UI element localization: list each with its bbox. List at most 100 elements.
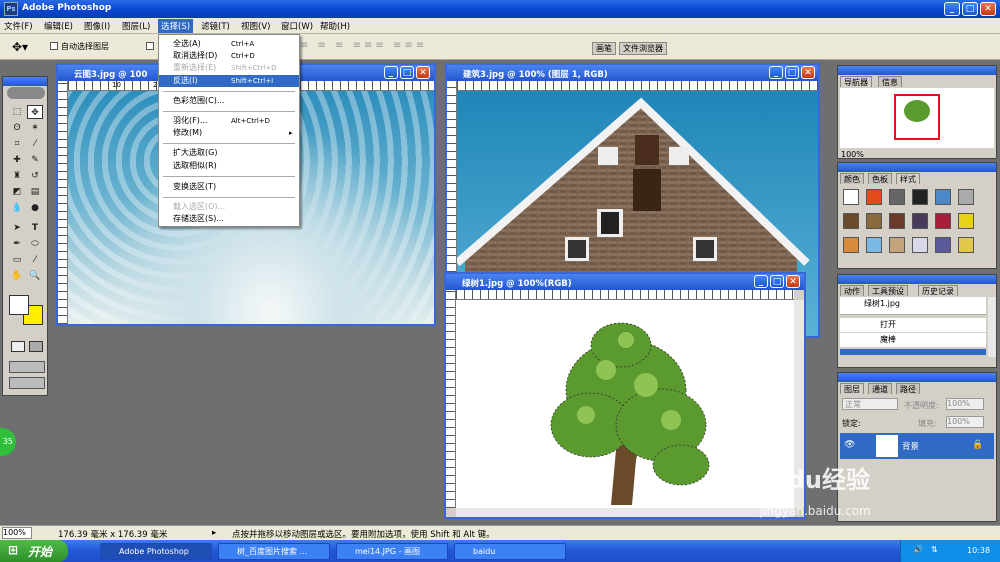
menu-item-save-selection[interactable]: 存储选区(S)... — [159, 213, 299, 225]
menu-view[interactable]: 视图(V) — [241, 20, 270, 32]
tree-canvas[interactable] — [456, 300, 794, 508]
menu-item-feather[interactable]: 羽化(F)... Alt+Ctrl+D — [159, 115, 299, 127]
doc-maximize-button[interactable]: □ — [400, 66, 414, 79]
style-swatch[interactable] — [866, 237, 882, 253]
history-scrollbar[interactable] — [988, 297, 996, 357]
notification-badge[interactable]: 35 — [0, 428, 16, 456]
tab-file-browser[interactable]: 文件浏览器 — [619, 42, 667, 55]
history-item[interactable]: 魔棒 — [840, 333, 986, 347]
task-paint[interactable]: mei14.JPG - 画图 — [336, 543, 448, 560]
type-tool-icon[interactable]: T — [27, 221, 43, 235]
menu-item-modify[interactable]: 修改(M) ▸ — [159, 127, 299, 139]
shape-tool-icon[interactable]: ⬭ — [27, 237, 43, 251]
style-none-swatch[interactable] — [843, 189, 859, 205]
gradient-tool-icon[interactable]: ▤ — [27, 185, 43, 199]
style-swatch[interactable] — [866, 213, 882, 229]
quickmask-mode-icon[interactable] — [29, 341, 43, 352]
history-item-active[interactable] — [840, 349, 986, 355]
task-baidu-images[interactable]: 树_百度图片搜索 ... — [218, 543, 330, 560]
style-swatch[interactable] — [866, 189, 882, 205]
tab-info[interactable]: 信息 — [878, 76, 902, 87]
eraser-tool-icon[interactable]: ◩ — [9, 185, 25, 199]
tab-swatches[interactable]: 色板 — [868, 173, 892, 184]
marquee-tool-icon[interactable]: ⬚ — [9, 105, 25, 119]
lasso-tool-icon[interactable]: ʘ — [9, 121, 25, 135]
layer-row-background[interactable]: 👁 背景 🔒 — [840, 433, 994, 459]
crop-tool-icon[interactable]: ⌗ — [9, 137, 25, 151]
style-swatch[interactable] — [958, 237, 974, 253]
style-swatch[interactable] — [889, 189, 905, 205]
tab-color[interactable]: 颜色 — [840, 173, 864, 184]
hand-tool-icon[interactable]: ✋ — [9, 269, 25, 283]
doc-minimize-button[interactable]: _ — [384, 66, 398, 79]
menu-item-color-range[interactable]: 色彩范围(C)... — [159, 95, 299, 107]
menu-item-inverse[interactable]: 反选(I) Shift+Ctrl+I — [159, 75, 299, 87]
menu-item-similar[interactable]: 选取相似(R) — [159, 160, 299, 172]
tab-actions[interactable]: 动作 — [840, 285, 864, 296]
healing-brush-icon[interactable]: ✚ — [9, 153, 25, 167]
doc-maximize-button[interactable]: □ — [785, 66, 799, 79]
history-item[interactable]: 打开 — [840, 318, 986, 332]
doc-close-button[interactable]: ✕ — [416, 66, 430, 79]
doc-maximize-button[interactable]: □ — [770, 275, 784, 288]
status-zoom-input[interactable]: 100% — [2, 527, 32, 539]
style-swatch[interactable] — [912, 237, 928, 253]
volume-icon[interactable]: 🔊 — [913, 545, 923, 554]
adobe-online-icon[interactable] — [7, 87, 45, 99]
close-button[interactable]: ✕ — [980, 2, 996, 16]
history-snapshot[interactable]: 绿树1.jpg — [840, 297, 986, 315]
menu-edit[interactable]: 编辑(E) — [44, 20, 73, 32]
zoom-tool-icon[interactable]: 🔍 — [27, 269, 43, 283]
history-brush-icon[interactable]: ↺ — [27, 169, 43, 183]
horizontal-scrollbar[interactable] — [456, 508, 794, 517]
doc-minimize-button[interactable]: _ — [769, 66, 783, 79]
pen-tool-icon[interactable]: ✒ — [9, 237, 25, 251]
path-select-icon[interactable]: ➤ — [9, 221, 25, 235]
standard-mode-icon[interactable] — [11, 341, 25, 352]
opacity-input[interactable]: 100% — [946, 398, 984, 410]
notes-tool-icon[interactable]: ▭ — [9, 253, 25, 267]
network-icon[interactable]: ⇅ — [931, 545, 938, 554]
style-swatch[interactable] — [912, 189, 928, 205]
style-swatch[interactable] — [889, 213, 905, 229]
foreground-color-swatch[interactable] — [9, 295, 29, 315]
blur-tool-icon[interactable]: 💧 — [9, 201, 25, 215]
jump-to-imageready-icon[interactable] — [9, 377, 45, 389]
blend-mode-select[interactable]: 正常 — [842, 398, 898, 410]
style-swatch[interactable] — [958, 213, 974, 229]
eye-icon[interactable]: 👁 — [844, 440, 855, 450]
menu-layer[interactable]: 图层(L) — [122, 20, 150, 32]
brush-tool-icon[interactable]: ✎ — [27, 153, 43, 167]
fill-input[interactable]: 100% — [946, 416, 984, 428]
style-swatch[interactable] — [935, 213, 951, 229]
menu-item-transform-selection[interactable]: 变换选区(T) — [159, 181, 299, 193]
style-swatch[interactable] — [935, 189, 951, 205]
maximize-button[interactable]: □ — [962, 2, 978, 16]
tab-styles[interactable]: 样式 — [896, 173, 920, 184]
menu-item-grow[interactable]: 扩大选取(G) — [159, 147, 299, 159]
menu-item-reselect[interactable]: 重新选择(E) Shift+Ctrl+D — [159, 62, 299, 74]
navigator-preview[interactable] — [840, 88, 994, 148]
slice-tool-icon[interactable]: ⁄ — [27, 137, 43, 151]
tab-navigator[interactable]: 导航器 — [840, 76, 872, 87]
menu-item-select-all[interactable]: 全选(A) Ctrl+A — [159, 38, 299, 50]
tab-history[interactable]: 历史记录 — [918, 285, 958, 296]
menu-item-load-selection[interactable]: 载入选区(O)... — [159, 201, 299, 213]
tab-brushes[interactable]: 画笔 — [592, 42, 616, 55]
doc-close-button[interactable]: ✕ — [801, 66, 815, 79]
menu-file[interactable]: 文件(F) — [4, 20, 33, 32]
move-tool-icon[interactable]: ✥ — [27, 105, 43, 119]
style-swatch[interactable] — [912, 213, 928, 229]
menu-item-deselect[interactable]: 取消选择(D) Ctrl+D — [159, 50, 299, 62]
doc-minimize-button[interactable]: _ — [754, 275, 768, 288]
style-swatch[interactable] — [843, 237, 859, 253]
menu-filter[interactable]: 滤镜(T) — [201, 20, 230, 32]
start-button[interactable]: ⊞ 开始 — [0, 540, 68, 562]
minimize-button[interactable]: _ — [944, 2, 960, 16]
tab-layers[interactable]: 图层 — [840, 383, 864, 394]
style-swatch[interactable] — [843, 213, 859, 229]
task-baidu-folder[interactable]: baidu — [454, 543, 566, 560]
screen-mode-icons[interactable] — [9, 361, 45, 373]
tab-channels[interactable]: 通道 — [868, 383, 892, 394]
magic-wand-icon[interactable]: ✶ — [27, 121, 43, 135]
